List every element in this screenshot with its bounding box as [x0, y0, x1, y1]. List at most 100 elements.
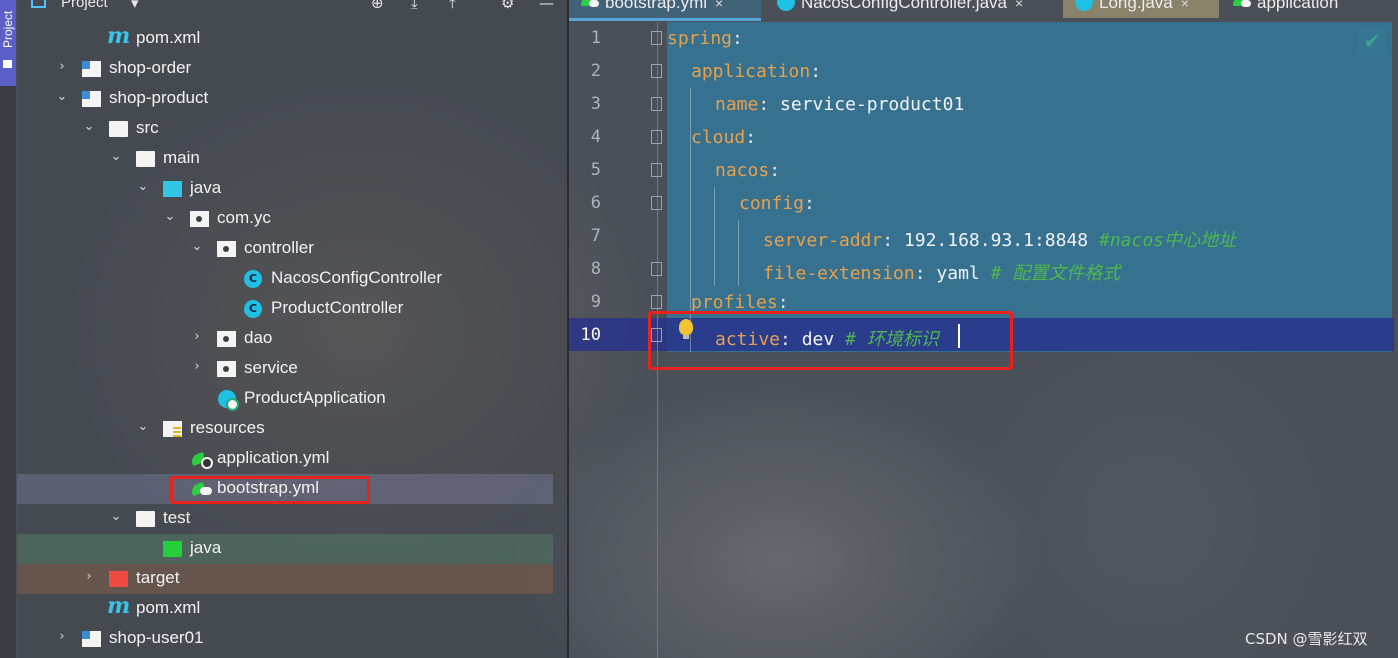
project-tab-label: Project	[1, 10, 15, 48]
maven-icon: m	[107, 593, 131, 619]
close-icon[interactable]: ×	[715, 0, 723, 11]
fold-marker-icon[interactable]	[651, 196, 662, 210]
fold-marker-icon[interactable]	[651, 31, 662, 45]
tree-item-label: main	[163, 148, 200, 167]
tree-item-src[interactable]: ⌄ src	[17, 114, 553, 144]
tree-item-pom-xml[interactable]: m pom.xml	[17, 24, 553, 54]
tree-item-label: service	[244, 358, 298, 377]
tree-item-label: target	[136, 568, 180, 587]
tree-item-label: resources	[190, 418, 265, 437]
line-number: 7	[590, 226, 601, 246]
project-panel: Project ▾ ⊕ ⤓ ⤒ ⚙ — m pom.xml › shop-ord…	[17, 0, 568, 658]
tab-bootstrap-yml[interactable]: bootstrap.yml ×	[569, 0, 761, 21]
fold-marker-icon[interactable]	[651, 163, 662, 177]
tree-item-controller[interactable]: ⌄ controller	[17, 234, 553, 264]
chevron-down-icon[interactable]: ⌄	[136, 419, 150, 434]
spring-app-class-icon	[218, 390, 239, 411]
folder-icon	[109, 121, 128, 137]
line-number: 10	[580, 325, 601, 345]
chevron-down-icon[interactable]: ⌄	[55, 89, 69, 104]
tree-item-product-controller[interactable]: C ProductController	[17, 294, 553, 324]
fold-marker-icon[interactable]	[651, 130, 662, 144]
tab-long-java[interactable]: Long.java ×	[1063, 0, 1219, 18]
resources-folder-icon	[163, 421, 182, 437]
yaml-key: cloud	[691, 127, 746, 148]
tree-item-label: test	[163, 508, 191, 527]
project-panel-title[interactable]: Project	[61, 0, 108, 11]
close-icon[interactable]: ×	[1015, 0, 1023, 11]
tree-item-nacos-config-controller[interactable]: C NacosConfigController	[17, 264, 553, 294]
code-line: 1 spring:	[569, 22, 1398, 55]
chevron-down-icon[interactable]: ⌄	[190, 239, 204, 254]
chevron-right-icon[interactable]: ›	[190, 359, 204, 374]
tree-item-shop-user01[interactable]: › shop-user01	[17, 624, 553, 654]
chevron-right-icon[interactable]: ›	[82, 569, 96, 584]
tree-item-label: dao	[244, 328, 273, 347]
chevron-down-icon[interactable]: ▾	[131, 0, 139, 12]
tree-item-dao[interactable]: › dao	[17, 324, 553, 354]
tree-item-pom-xml[interactable]: m pom.xml	[17, 594, 553, 624]
yaml-key: file-extension	[763, 263, 915, 284]
code-text: cloud:	[691, 127, 757, 148]
line-number: 9	[590, 292, 601, 312]
yaml-value: service-product01	[780, 94, 965, 115]
project-tool-window-tab[interactable]: Project	[0, 0, 16, 86]
tree-item-label: ProductController	[271, 298, 404, 317]
tree-item-product-application[interactable]: ProductApplication	[17, 384, 553, 414]
tree-item-com-yc[interactable]: ⌄ com.yc	[17, 204, 553, 234]
chevron-down-icon[interactable]: ⌄	[163, 209, 177, 224]
module-folder-icon	[82, 631, 101, 647]
tree-item-main[interactable]: ⌄ main	[17, 144, 553, 174]
tree-item-label: pom.xml	[136, 598, 201, 617]
tree-item-shop-order[interactable]: › shop-order	[17, 54, 553, 84]
tree-item-test-java[interactable]: java	[17, 534, 553, 564]
fold-marker-icon[interactable]	[651, 97, 662, 111]
yaml-comment: #nacos中心地址	[1098, 230, 1237, 251]
tree-item-test[interactable]: ⌄ test	[17, 504, 553, 534]
yaml-key: name	[715, 94, 759, 115]
collapse-icon[interactable]: ⤓	[411, 0, 418, 12]
chevron-down-icon[interactable]: ⌄	[109, 509, 123, 524]
tree-item-resources[interactable]: ⌄ resources	[17, 414, 553, 444]
code-text: config:	[739, 193, 815, 214]
minimize-icon[interactable]: —	[539, 0, 554, 12]
fold-marker-icon[interactable]	[651, 295, 662, 309]
code-line: 8 file-extension: yaml # 配置文件格式	[569, 253, 1398, 286]
line-number: 8	[590, 259, 601, 279]
fold-marker-icon[interactable]	[651, 262, 662, 276]
chevron-right-icon[interactable]: ›	[55, 59, 69, 74]
yaml-key: profiles	[691, 292, 778, 313]
module-folder-icon	[82, 91, 101, 107]
close-icon[interactable]: ×	[1181, 0, 1189, 11]
tab-label: Long.java	[1099, 0, 1173, 12]
yaml-key: nacos	[715, 160, 770, 181]
tree-item-java[interactable]: ⌄ java	[17, 174, 553, 204]
tree-item-target[interactable]: › target	[17, 564, 553, 594]
tab-application[interactable]: application	[1221, 0, 1391, 18]
chevron-down-icon[interactable]: ⌄	[109, 149, 123, 164]
chevron-right-icon[interactable]: ›	[190, 329, 204, 344]
tree-item-label: java	[190, 538, 222, 557]
gear-icon[interactable]: ⚙	[501, 0, 514, 12]
tree-item-shop-product[interactable]: ⌄ shop-product	[17, 84, 553, 114]
tree-item-label: shop-product	[109, 88, 209, 107]
tree-item-label: com.yc	[217, 208, 271, 227]
code-line: 6 config:	[569, 187, 1398, 220]
editor-tab-bar: bootstrap.yml × NacosConfigController.jav…	[569, 0, 1398, 21]
expand-icon[interactable]: ⤒	[449, 0, 456, 12]
code-text: application:	[691, 61, 822, 82]
chevron-down-icon[interactable]: ⌄	[136, 179, 150, 194]
tab-nacos-config-controller[interactable]: NacosConfigController.java ×	[765, 0, 1059, 18]
tree-item-service[interactable]: › service	[17, 354, 553, 384]
code-line: 4 cloud:	[569, 121, 1398, 154]
package-icon	[217, 241, 236, 257]
tree-item-application-yml[interactable]: application.yml	[17, 444, 553, 474]
folder-icon	[136, 151, 155, 167]
chevron-down-icon[interactable]: ⌄	[82, 119, 96, 134]
target-icon[interactable]: ⊕	[371, 0, 384, 12]
code-line: 5 nacos:	[569, 154, 1398, 187]
yaml-key: spring	[667, 28, 733, 49]
fold-marker-icon[interactable]	[651, 64, 662, 78]
code-line: 2 application:	[569, 55, 1398, 88]
chevron-right-icon[interactable]: ›	[55, 629, 69, 644]
